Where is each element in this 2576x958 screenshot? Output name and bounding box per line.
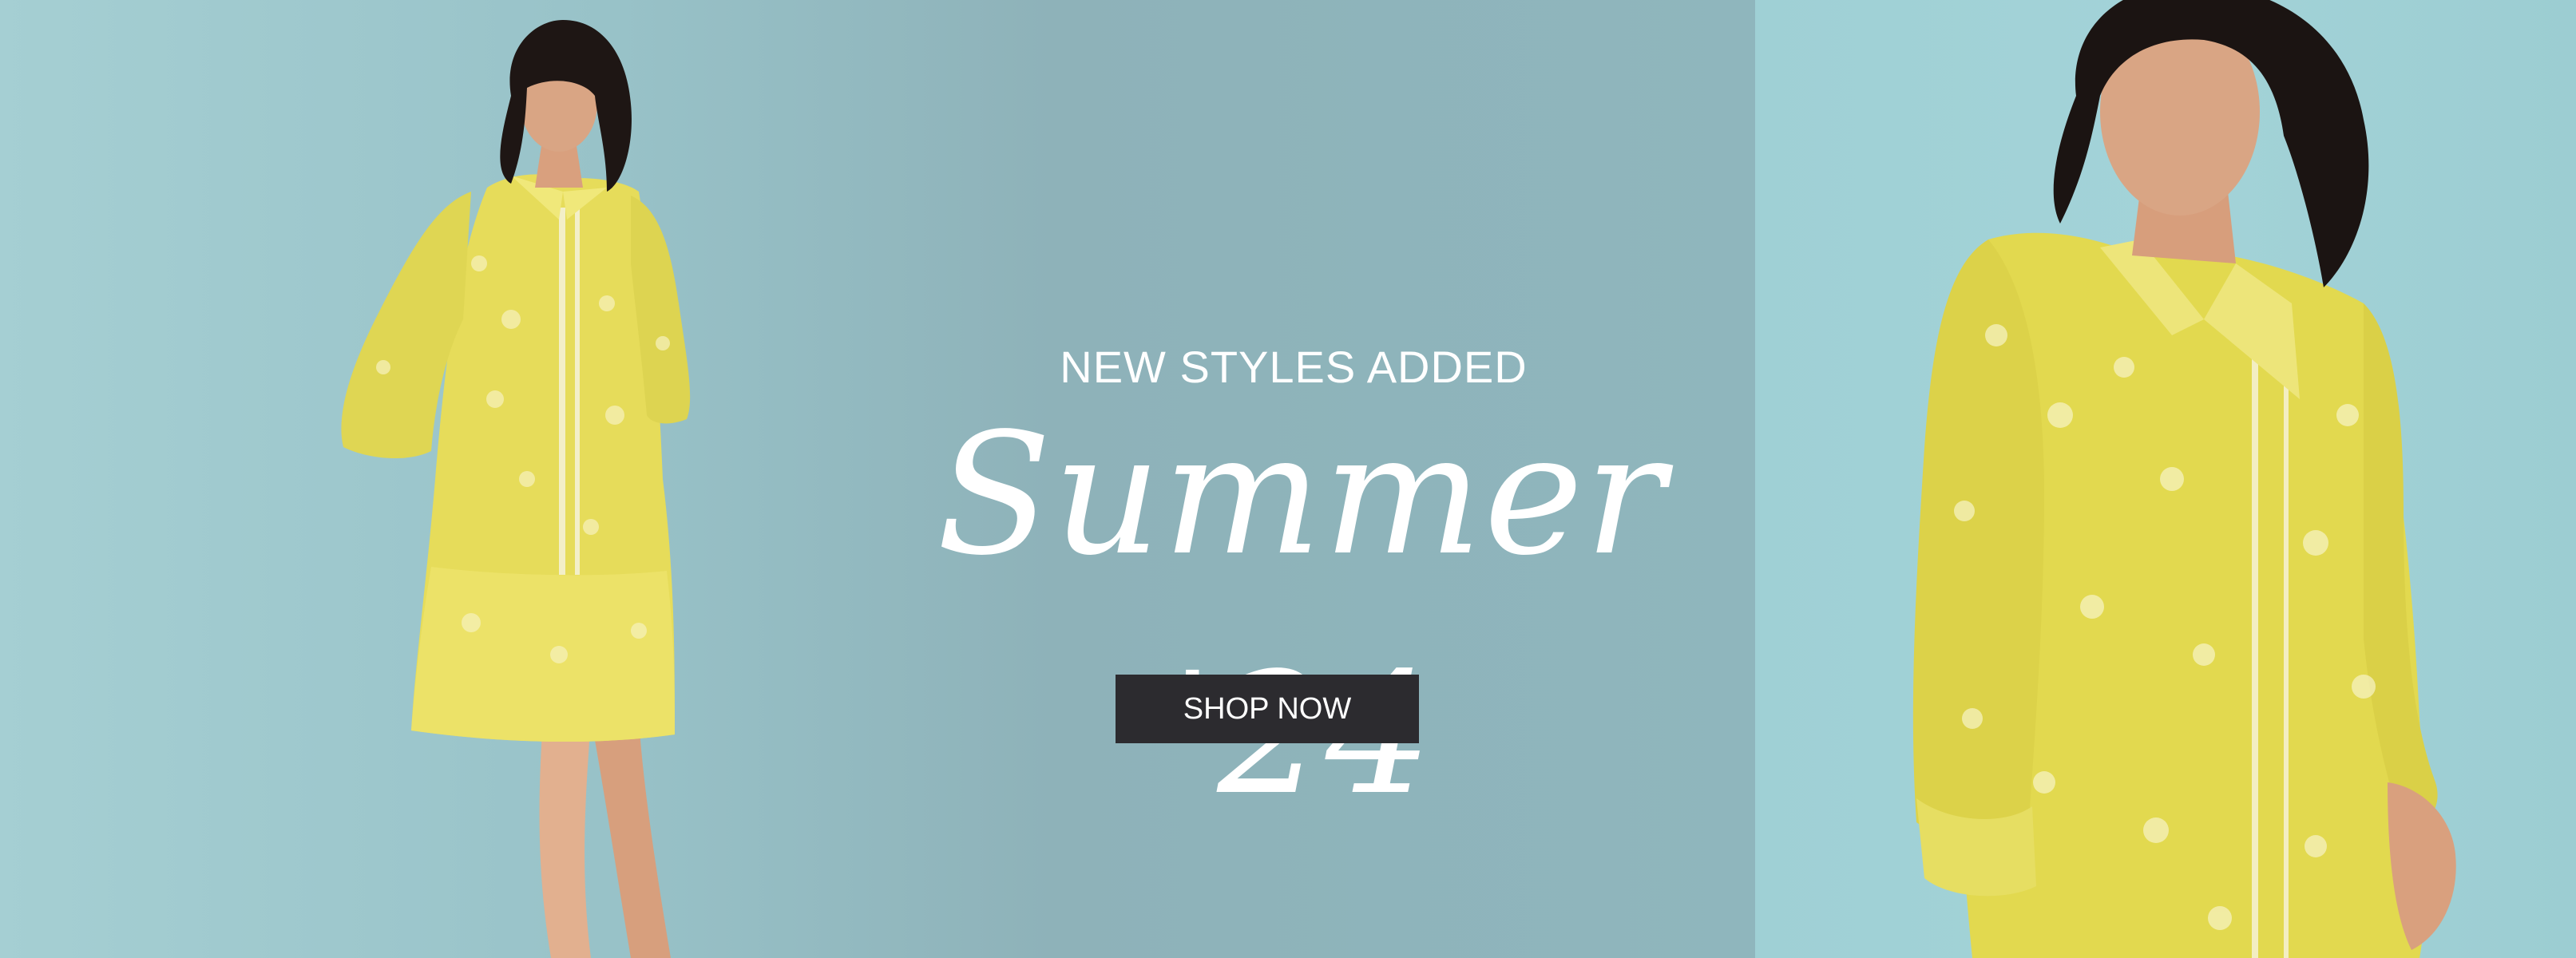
hero-banner[interactable]: NEW STYLES ADDED Summer '24 SHOP NOW — [0, 0, 2576, 958]
shop-now-button[interactable]: SHOP NOW — [1116, 675, 1419, 743]
hero-title: Summer '24 — [936, 397, 1667, 832]
